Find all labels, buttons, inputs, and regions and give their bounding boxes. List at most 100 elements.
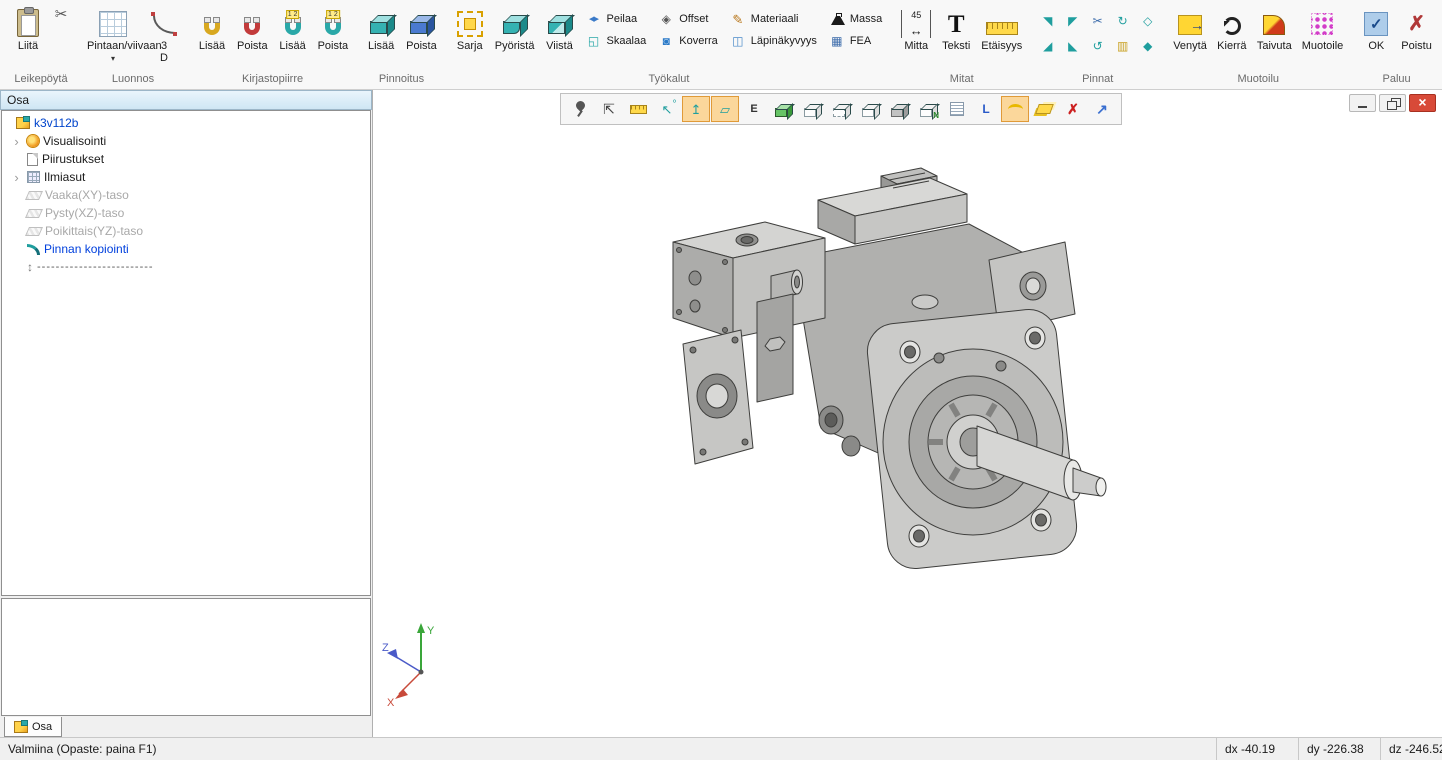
mirror-button[interactable]: Peilaa xyxy=(580,8,651,30)
surface-tool-8-button[interactable] xyxy=(1086,34,1109,57)
pattern-button[interactable]: Sarja xyxy=(451,2,489,54)
ok-label: OK xyxy=(1368,40,1384,52)
pin-tool[interactable] xyxy=(566,96,594,122)
dimension-icon: 45 xyxy=(901,10,931,38)
surface-tool-7-button[interactable] xyxy=(1061,34,1084,57)
twist-icon xyxy=(1223,17,1241,35)
chevron-right-icon[interactable] xyxy=(10,170,23,185)
snap-corner-tool[interactable] xyxy=(595,96,623,122)
twist-button[interactable]: Kierrä xyxy=(1213,2,1251,54)
measure-tool[interactable] xyxy=(624,96,652,122)
dimension-label: Mitta xyxy=(904,40,928,52)
dimension-button[interactable]: 45 Mitta xyxy=(897,2,935,54)
material-button[interactable]: Materiaali xyxy=(725,8,822,30)
panel-tab-strip: Osa xyxy=(0,716,372,737)
corner-cut-icon xyxy=(1068,40,1077,52)
surface-tool-1-button[interactable] xyxy=(1036,9,1059,32)
coating-add-button[interactable]: Lisää xyxy=(362,2,400,54)
tree-item-piirustukset[interactable]: Piirustukset xyxy=(2,150,370,168)
ruler-icon xyxy=(630,105,647,114)
offset-button[interactable]: Offset xyxy=(653,8,723,30)
surface-tool-4-button[interactable] xyxy=(1111,9,1134,32)
cut-button[interactable] xyxy=(49,2,73,26)
feature-list-tool[interactable] xyxy=(943,96,971,122)
snap-angle-tool[interactable] xyxy=(653,96,681,122)
tab-osa[interactable]: Osa xyxy=(4,717,62,737)
tree-item-pinnan-kopiointi[interactable]: Pinnan kopiointi xyxy=(2,240,370,258)
wireframe-view-tool[interactable] xyxy=(798,96,826,122)
check-icon xyxy=(1364,12,1388,36)
chamfer-button[interactable]: Viistä xyxy=(540,2,578,54)
surface-tool-3-button[interactable] xyxy=(1086,9,1109,32)
sketch-grid-icon xyxy=(99,11,127,37)
tree-item-xy-plane[interactable]: Vaaka(XY)-taso xyxy=(2,186,370,204)
surface-tool-9-button[interactable] xyxy=(1111,34,1134,57)
ok-button[interactable]: OK xyxy=(1357,2,1395,54)
delete-icon xyxy=(1067,102,1079,116)
gray-view-tool[interactable] xyxy=(885,96,913,122)
snap-plane-tool[interactable] xyxy=(711,96,739,122)
restore-button[interactable] xyxy=(1379,94,1406,112)
work-planes-tool[interactable] xyxy=(1030,96,1058,122)
tree-item-visualisointi[interactable]: Visualisointi xyxy=(2,132,370,150)
text-icon: T xyxy=(948,12,965,37)
tree-item-ilmiasut[interactable]: Ilmiasut xyxy=(2,168,370,186)
sketch-on-face-label: Pintaan/viivaan xyxy=(87,40,139,65)
hidden-lines-view-tool[interactable] xyxy=(827,96,855,122)
layers-tool[interactable]: L xyxy=(972,96,1000,122)
text-button[interactable]: T Teksti xyxy=(937,2,975,54)
group-label-tyokalut: Työkalut xyxy=(451,72,888,89)
tree-item-yz-plane[interactable]: Poikittais(YZ)-taso xyxy=(2,222,370,240)
distance-button[interactable]: Etäisyys xyxy=(977,2,1026,54)
magnet-pair-add-icon xyxy=(285,18,301,35)
model-3d-view[interactable] xyxy=(373,90,1442,737)
tab-osa-label: Osa xyxy=(32,721,52,733)
surface-tool-2-button[interactable] xyxy=(1061,9,1084,32)
bend-button[interactable]: Taivuta xyxy=(1253,2,1296,54)
shaded-view-tool[interactable] xyxy=(769,96,797,122)
transparency-button[interactable]: Läpinäkyvyys xyxy=(725,30,822,52)
deform-button[interactable]: Muotoile xyxy=(1298,2,1348,54)
model-tree-panel: Osa k3v112b Visualisointi Piirustukset I… xyxy=(0,90,373,737)
surface-tool-5-button[interactable] xyxy=(1136,9,1159,32)
fillet-button[interactable]: Pyöristä xyxy=(491,2,539,54)
fea-button[interactable]: FEA xyxy=(824,30,887,52)
library-pair-add-button[interactable]: 1 2 Lisää xyxy=(274,2,312,54)
normals-cube-icon xyxy=(920,108,932,117)
outline-view-tool[interactable] xyxy=(856,96,884,122)
paste-button[interactable]: Liitä xyxy=(9,2,47,54)
chevron-right-icon[interactable] xyxy=(10,134,23,149)
library-feature-remove-button[interactable]: Poista xyxy=(233,2,272,54)
stretch-button[interactable]: Venytä xyxy=(1169,2,1211,54)
normals-view-tool[interactable]: N xyxy=(914,96,942,122)
delete-face-tool[interactable] xyxy=(1059,96,1087,122)
library-remove-label: Poista xyxy=(237,40,268,52)
surface-tool-10-button[interactable] xyxy=(1136,34,1159,57)
window-controls xyxy=(1349,94,1436,112)
coating-remove-button[interactable]: Poista xyxy=(402,2,441,54)
tree-item-centerline[interactable]: ------------------------- xyxy=(2,258,370,276)
tree-item-xz-plane[interactable]: Pysty(XZ)-taso xyxy=(2,204,370,222)
exit-button[interactable]: Poistu xyxy=(1397,2,1436,54)
minimize-button[interactable] xyxy=(1349,94,1376,112)
move-face-tool[interactable] xyxy=(1088,96,1116,122)
hollow-button[interactable]: Koverra xyxy=(653,30,723,52)
sketch-on-face-button[interactable]: Pintaan/viivaan xyxy=(83,2,143,67)
sketch-3d-button[interactable]: 3 D xyxy=(145,2,183,67)
surface-tool-6-button[interactable] xyxy=(1036,34,1059,57)
tree-item-root[interactable]: k3v112b xyxy=(2,114,370,132)
viewport-3d[interactable]: E N L Y Z xyxy=(373,90,1442,737)
ruler-icon xyxy=(986,22,1018,35)
group-label-luonnos: Luonnos xyxy=(83,72,183,89)
pick-entity-tool[interactable]: E xyxy=(740,96,768,122)
close-button[interactable] xyxy=(1409,94,1436,112)
library-feature-add-button[interactable]: Lisää xyxy=(193,2,231,54)
spline-edit-tool[interactable] xyxy=(1001,96,1029,122)
status-bar: Valmiina (Opaste: paina F1) dx -40.19 dy… xyxy=(0,737,1442,760)
library-pair-remove-button[interactable]: 1 2 Poista xyxy=(314,2,353,54)
magnet-remove-icon xyxy=(244,18,260,35)
mass-button[interactable]: Massa xyxy=(824,8,887,30)
angle-snap-icon xyxy=(662,103,673,116)
scale-button[interactable]: Skaalaa xyxy=(580,30,651,52)
snap-axis-tool[interactable] xyxy=(682,96,710,122)
